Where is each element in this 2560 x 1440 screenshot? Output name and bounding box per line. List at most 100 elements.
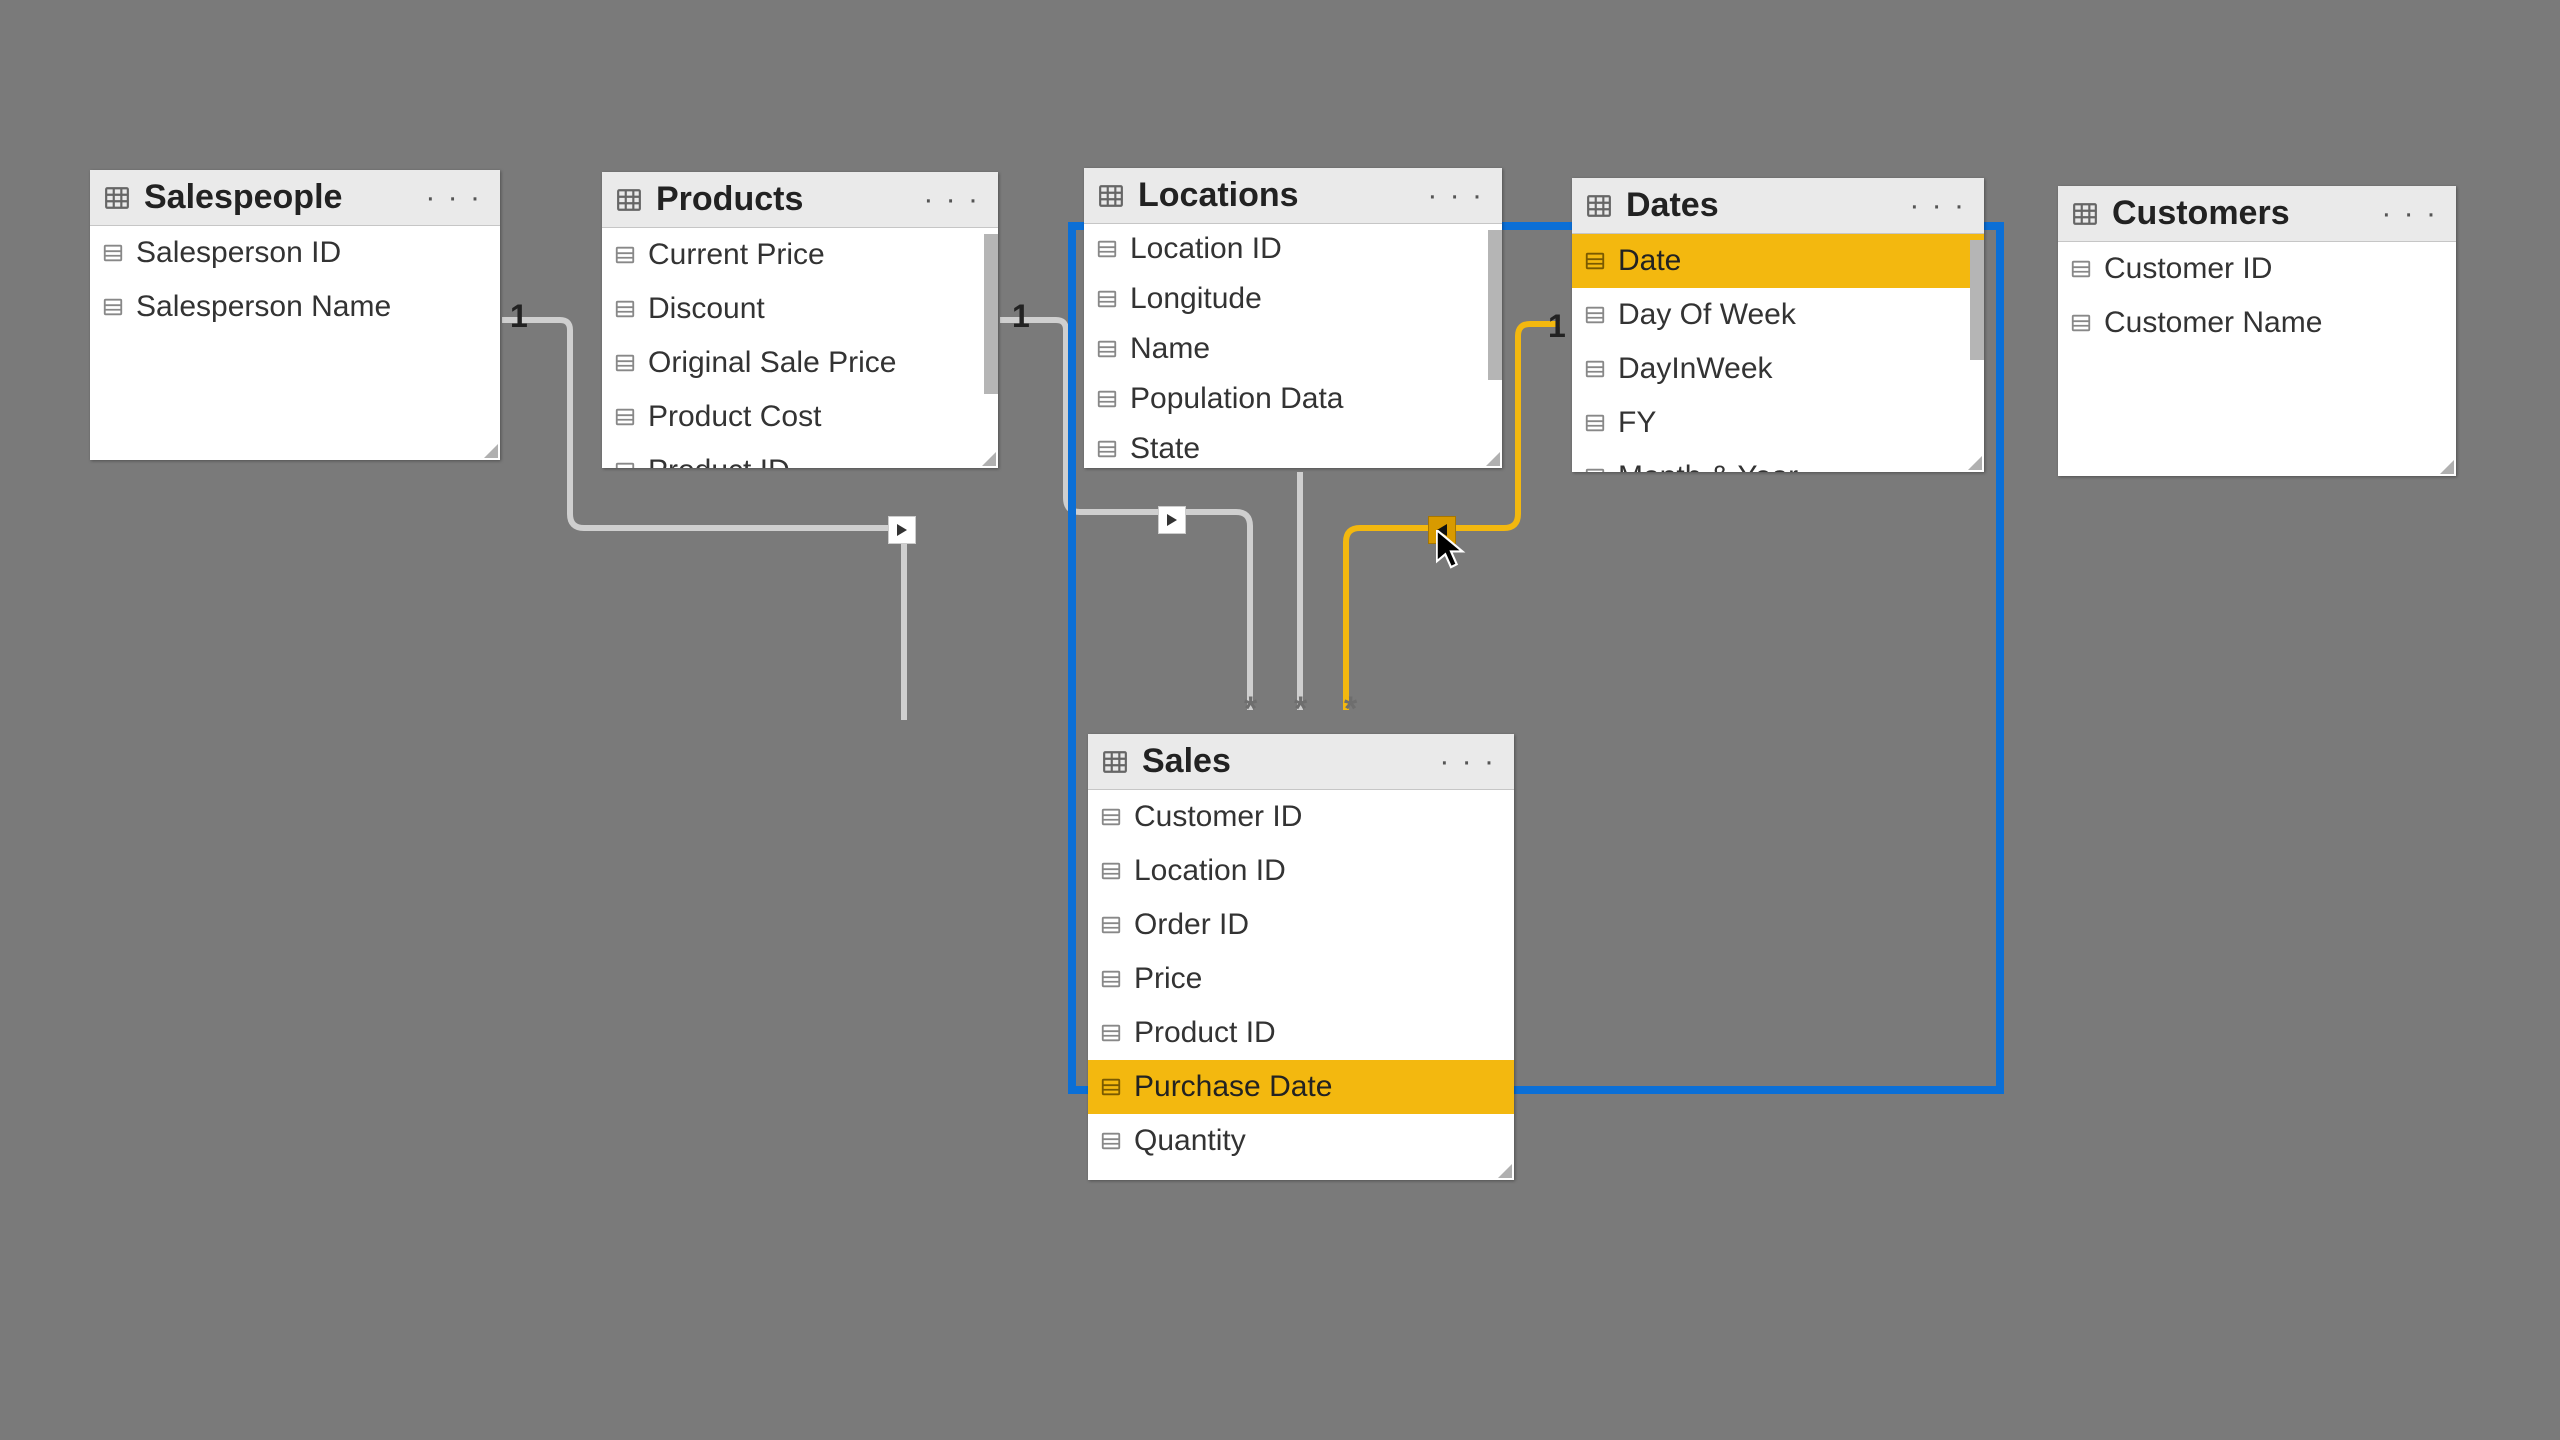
column-icon xyxy=(1096,288,1118,310)
table-title: Products xyxy=(656,180,905,219)
field-state[interactable]: State xyxy=(1084,424,1502,468)
column-icon xyxy=(1584,466,1606,472)
field-name[interactable]: Name xyxy=(1084,324,1502,374)
column-icon xyxy=(1096,238,1118,260)
field-label: Customer ID xyxy=(1134,800,1302,834)
column-icon xyxy=(614,352,636,374)
field-label: Product Cost xyxy=(648,400,821,434)
field-purchase-date[interactable]: Purchase Date xyxy=(1088,1060,1514,1114)
table-title: Customers xyxy=(2112,194,2363,233)
table-icon xyxy=(1098,183,1124,209)
field-discount[interactable]: Discount xyxy=(602,282,998,336)
column-icon xyxy=(1100,806,1122,828)
field-label: Customer Name xyxy=(2104,306,2322,340)
field-location-id[interactable]: Location ID xyxy=(1084,224,1502,274)
resize-handle-icon[interactable] xyxy=(1486,452,1500,466)
field-label: Product ID xyxy=(1134,1016,1276,1050)
field-label: Purchase Date xyxy=(1134,1070,1332,1104)
table-products[interactable]: Products · · · Current Price Discount Or… xyxy=(602,172,998,468)
field-label: Quantity xyxy=(1134,1124,1246,1158)
field-label: Discount xyxy=(648,292,765,326)
field-population-data[interactable]: Population Data xyxy=(1084,374,1502,424)
table-salespeople[interactable]: Salespeople · · · Salesperson ID Salespe… xyxy=(90,170,500,460)
resize-handle-icon[interactable] xyxy=(1498,1164,1512,1178)
column-icon xyxy=(1100,860,1122,882)
table-icon xyxy=(104,185,130,211)
column-icon xyxy=(1584,304,1606,326)
field-dayinweek[interactable]: DayInWeek xyxy=(1572,342,1984,396)
field-customer-id[interactable]: Customer ID xyxy=(2058,242,2456,296)
resize-handle-icon[interactable] xyxy=(982,452,996,466)
table-icon xyxy=(616,187,642,213)
table-locations[interactable]: Locations · · · Location ID Longitude Na… xyxy=(1084,168,1502,468)
table-customers[interactable]: Customers · · · Customer ID Customer Nam… xyxy=(2058,186,2456,476)
table-dates[interactable]: Dates · · · Date Day Of Week DayInWeek F… xyxy=(1572,178,1984,472)
more-menu-icon[interactable]: · · · xyxy=(919,183,984,217)
resize-handle-icon[interactable] xyxy=(484,444,498,458)
field-label: Population Data xyxy=(1130,382,1344,416)
field-sales-person-id[interactable]: Sales Person ID xyxy=(1088,1168,1514,1180)
field-label: Salesperson Name xyxy=(136,290,391,324)
scrollbar-thumb[interactable] xyxy=(984,234,998,394)
cardinality-one-salespeople: 1 xyxy=(510,298,528,335)
table-body[interactable]: Customer ID Customer Name xyxy=(2058,242,2456,476)
field-month-year[interactable]: Month & Year xyxy=(1572,450,1984,472)
column-icon xyxy=(1584,358,1606,380)
field-product-cost[interactable]: Product Cost xyxy=(602,390,998,444)
field-customer-id[interactable]: Customer ID xyxy=(1088,790,1514,844)
field-current-price[interactable]: Current Price xyxy=(602,228,998,282)
field-customer-name[interactable]: Customer Name xyxy=(2058,296,2456,350)
field-fy[interactable]: FY xyxy=(1572,396,1984,450)
field-longitude[interactable]: Longitude xyxy=(1084,274,1502,324)
resize-handle-icon[interactable] xyxy=(2440,460,2454,474)
field-label: Price xyxy=(1134,962,1202,996)
field-price[interactable]: Price xyxy=(1088,952,1514,1006)
field-order-id[interactable]: Order ID xyxy=(1088,898,1514,952)
field-location-id[interactable]: Location ID xyxy=(1088,844,1514,898)
more-menu-icon[interactable]: · · · xyxy=(2377,197,2442,231)
field-label: Location ID xyxy=(1134,854,1286,888)
filter-direction-arrow-locations[interactable] xyxy=(1158,506,1186,534)
column-icon xyxy=(102,242,124,264)
table-icon xyxy=(1102,749,1128,775)
column-icon xyxy=(614,460,636,468)
field-product-id[interactable]: Product ID xyxy=(602,444,998,468)
table-body[interactable]: Location ID Longitude Name Population Da… xyxy=(1084,224,1502,468)
model-canvas[interactable]: * * * 1 1 1 Salespeople · · · xyxy=(0,0,2560,1440)
filter-direction-arrow-salespeople[interactable] xyxy=(888,516,916,544)
column-icon xyxy=(614,244,636,266)
field-label: FY xyxy=(1618,406,1656,440)
field-quantity[interactable]: Quantity xyxy=(1088,1114,1514,1168)
table-body[interactable]: Date Day Of Week DayInWeek FY Month & Ye… xyxy=(1572,234,1984,472)
column-icon xyxy=(1100,968,1122,990)
field-salesperson-id[interactable]: Salesperson ID xyxy=(90,226,500,280)
field-label: Product ID xyxy=(648,454,790,468)
field-day-of-week[interactable]: Day Of Week xyxy=(1572,288,1984,342)
field-label: State xyxy=(1130,432,1200,466)
field-label: Salesperson ID xyxy=(136,236,341,270)
table-icon xyxy=(2072,201,2098,227)
table-body[interactable]: Current Price Discount Original Sale Pri… xyxy=(602,228,998,468)
resize-handle-icon[interactable] xyxy=(1968,456,1982,470)
column-icon xyxy=(614,298,636,320)
filter-direction-arrow-dates[interactable] xyxy=(1428,516,1456,544)
field-label: Day Of Week xyxy=(1618,298,1796,332)
more-menu-icon[interactable]: · · · xyxy=(1423,179,1488,213)
more-menu-icon[interactable]: · · · xyxy=(1905,189,1970,223)
column-icon xyxy=(1100,914,1122,936)
scrollbar-thumb[interactable] xyxy=(1488,230,1502,380)
more-menu-icon[interactable]: · · · xyxy=(1435,745,1500,779)
field-product-id[interactable]: Product ID xyxy=(1088,1006,1514,1060)
field-original-sale-price[interactable]: Original Sale Price xyxy=(602,336,998,390)
cardinality-one-dates: 1 xyxy=(1548,308,1566,345)
field-label: DayInWeek xyxy=(1618,352,1773,386)
table-body[interactable]: Salesperson ID Salesperson Name xyxy=(90,226,500,460)
scrollbar-thumb[interactable] xyxy=(1970,240,1984,360)
table-title: Locations xyxy=(1138,176,1409,215)
field-date[interactable]: Date xyxy=(1572,234,1984,288)
column-icon xyxy=(1096,388,1118,410)
field-salesperson-name[interactable]: Salesperson Name xyxy=(90,280,500,334)
table-sales[interactable]: Sales · · · Customer ID Location ID Orde… xyxy=(1088,734,1514,1180)
table-body[interactable]: Customer ID Location ID Order ID Price P… xyxy=(1088,790,1514,1180)
more-menu-icon[interactable]: · · · xyxy=(421,181,486,215)
